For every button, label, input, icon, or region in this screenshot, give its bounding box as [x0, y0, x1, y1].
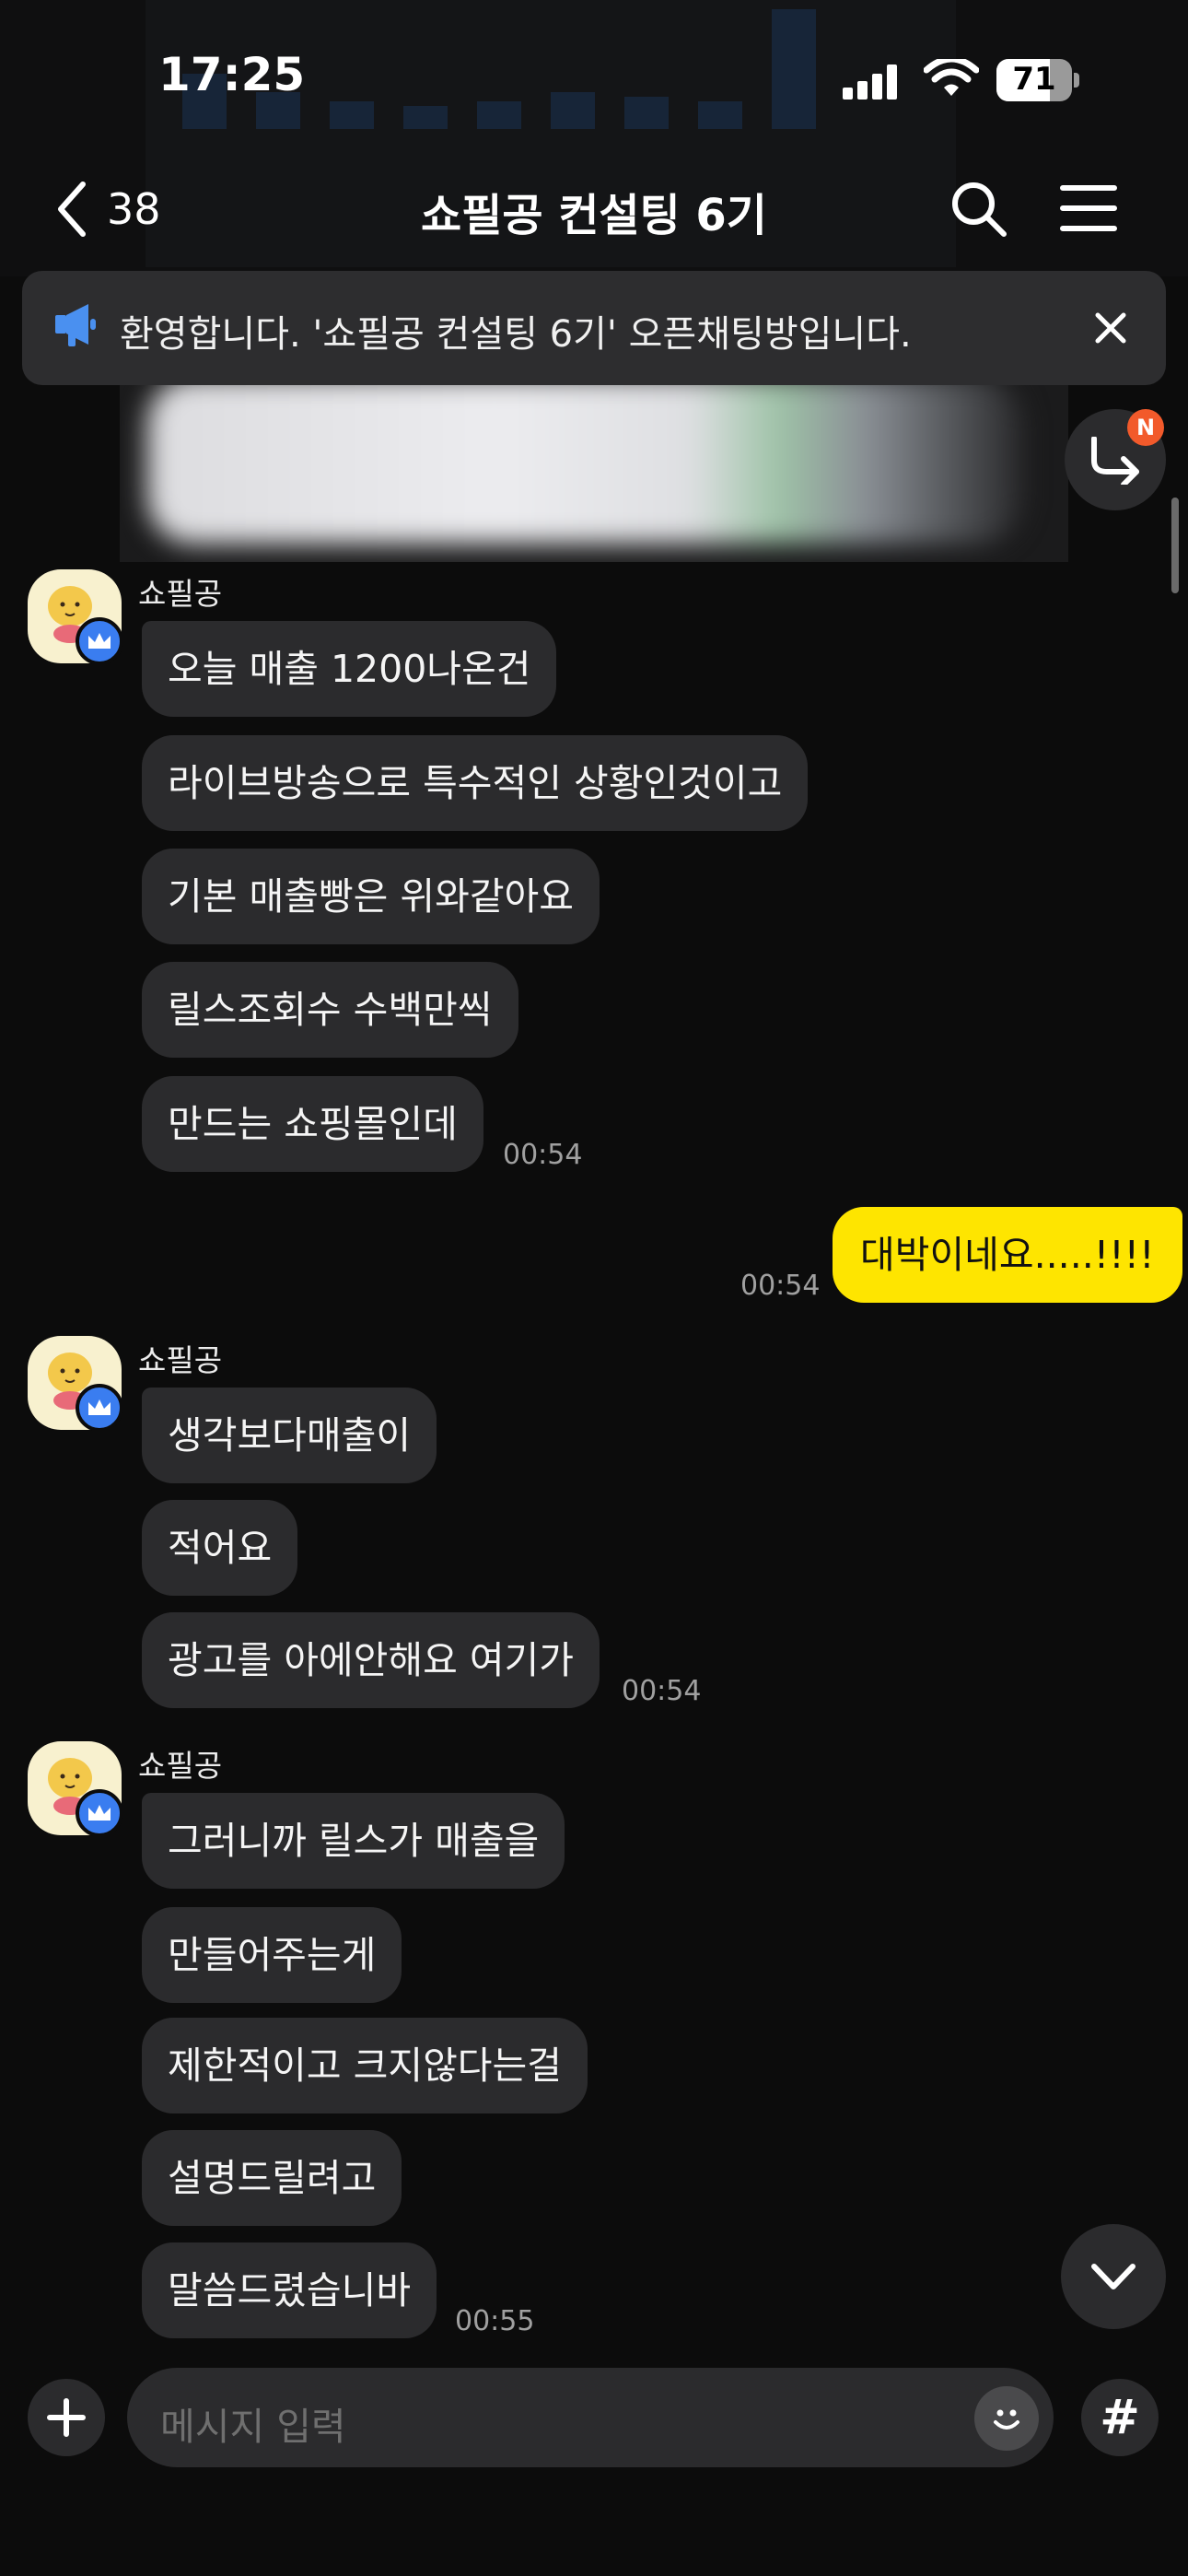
sender-name: 쇼필공 — [138, 1342, 223, 1378]
crown-icon — [76, 617, 123, 665]
message-bubble[interactable]: 광고를 아에안해요 여기가 — [142, 1612, 600, 1708]
sender-name: 쇼필공 — [138, 576, 223, 612]
message-bubble[interactable]: 만들어주는게 — [142, 1907, 402, 2003]
message-input-placeholder: 메시지 입력 — [160, 2405, 346, 2449]
notice-text: 환영합니다. '쇼필공 컨설팅 6기' 오픈채팅방입니다. — [120, 313, 912, 356]
hashtag-icon: # — [1100, 2390, 1140, 2445]
status-bar: 17:25 71 — [0, 0, 1188, 157]
notice-banner[interactable]: 환영합니다. '쇼필공 컨설팅 6기' 오픈채팅방입니다. — [22, 271, 1166, 385]
message-bubble[interactable]: 라이브방송으로 특수적인 상황인것이고 — [142, 735, 809, 831]
avatar[interactable] — [28, 1741, 123, 1837]
chat-nav-bar: 38 쇼필공 컨설팅 6기 — [0, 166, 1188, 249]
message-bubble[interactable]: 생각보다매출이 — [142, 1388, 437, 1483]
battery-percent: 71 — [1012, 61, 1056, 98]
message-timestamp: 00:54 — [503, 1139, 583, 1171]
hashtag-button[interactable]: # — [1081, 2379, 1159, 2456]
message-bubble[interactable]: 오늘 매출 1200나온건 — [142, 621, 557, 717]
status-time: 17:25 — [158, 48, 306, 101]
message-bubble[interactable]: 설명드릴려고 — [142, 2130, 402, 2226]
attach-button[interactable] — [28, 2379, 105, 2456]
message-bubble[interactable]: 제한적이고 크지않다는걸 — [142, 2018, 588, 2113]
new-badge: N — [1127, 409, 1164, 446]
emoji-icon — [994, 2409, 1019, 2430]
message-bubble[interactable]: 만드는 쇼핑몰인데 — [142, 1076, 483, 1172]
menu-icon[interactable] — [1059, 182, 1118, 234]
emoji-button[interactable] — [974, 2386, 1039, 2451]
wifi-icon — [924, 59, 979, 96]
close-icon[interactable] — [1090, 308, 1131, 348]
message-bubble[interactable]: 적어요 — [142, 1500, 298, 1596]
scrollbar[interactable] — [1171, 498, 1179, 593]
message-input[interactable]: 메시지 입력 — [127, 2368, 1054, 2467]
cellular-signal-icon — [843, 64, 898, 100]
message-bubble[interactable]: 말씀드렸습니바 — [142, 2242, 437, 2338]
message-timestamp: 00:54 — [622, 1675, 702, 1707]
blurred-image-message[interactable] — [120, 359, 1068, 562]
crown-icon — [76, 1789, 123, 1837]
chat-title: 쇼필공 컨설팅 6기 — [421, 190, 767, 241]
battery-icon: 71 — [996, 59, 1081, 101]
avatar[interactable] — [28, 1336, 123, 1432]
message-timestamp: 00:55 — [455, 2305, 535, 2337]
message-bubble[interactable]: 기본 매출빵은 위와같아요 — [142, 849, 600, 944]
scroll-down-button[interactable] — [1061, 2224, 1166, 2329]
avatar[interactable] — [28, 569, 123, 665]
plus-icon — [47, 2398, 86, 2437]
my-message-bubble[interactable]: 대박이네요.....!!!! — [833, 1207, 1182, 1303]
message-timestamp: 00:54 — [740, 1270, 821, 1302]
search-icon[interactable] — [949, 179, 1007, 238]
sender-name: 쇼필공 — [138, 1748, 223, 1784]
crown-icon — [76, 1384, 123, 1432]
megaphone-icon — [55, 304, 96, 346]
reply-arrow-icon — [1091, 437, 1139, 485]
message-bubble[interactable]: 릴스조회수 수백만씩 — [142, 962, 518, 1058]
message-bubble[interactable]: 그러니까 릴스가 매출을 — [142, 1793, 565, 1889]
chevron-down-icon — [1091, 2264, 1136, 2289]
